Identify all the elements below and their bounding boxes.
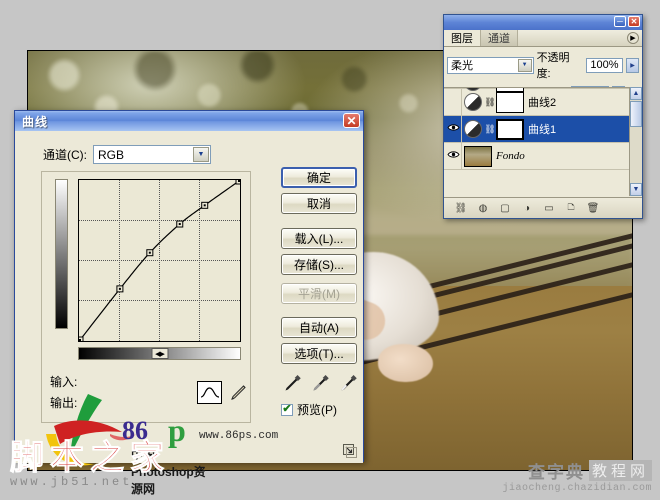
tone-curve[interactable] [79,180,240,341]
smooth-button: 平滑(M) [281,283,357,304]
layer-name: 曲线2 [528,97,557,109]
blend-mode-value: 柔光 [451,60,473,72]
channel-label: 通道(C): [43,148,87,162]
curve-control-point-center [118,287,121,290]
curve-control-point-center [203,204,206,207]
layer-name: 曲线1 [528,124,557,136]
preview-checkbox[interactable]: ✔ [281,403,293,416]
opacity-stepper-icon[interactable]: ▶ [626,57,639,73]
table-row[interactable]: ⛓ 色彩平衡 [444,87,642,92]
new-group-icon[interactable]: ▭ [542,201,556,215]
output-gradient-strip [55,179,68,329]
black-point-eyedropper-icon[interactable] [283,374,302,398]
load-button[interactable]: 载入(L)... [281,228,357,249]
opacity-input[interactable]: 100% [585,57,624,73]
close-icon[interactable]: ✕ [628,16,640,27]
blend-mode-select[interactable]: 柔光 ▼ [447,56,534,74]
layer-style-icon[interactable]: ◍ [476,201,490,215]
layers-palette-footer: ⛓ ◍ ▢ ◑ ▭ 🗅 🗑 [444,197,642,218]
table-row[interactable]: ⛓ 曲线2 [444,89,642,116]
screen: 曲线 ✕ 通道(C): RGB ▼ ◀▶ 输入: 输出: 确定 取消 载入(L)… [0,0,660,500]
adjustment-thumbnail-icon[interactable] [464,93,482,111]
curve-control-point-center [178,223,181,226]
opacity-label: 不透明度: [536,52,570,80]
preview-label: 预览(P) [297,403,337,417]
input-gradient-strip[interactable]: ◀▶ [78,347,241,360]
scrollbar-thumb[interactable] [630,101,642,127]
gray-point-eyedropper-icon[interactable] [311,374,330,398]
layers-list[interactable]: ⛓ 色彩平衡 ⛓ 曲线2 [444,87,642,196]
photo-model-hand [378,344,433,382]
layers-palette[interactable]: ─ ✕ 图层 通道 ▶ 柔光 ▼ 不透明度: 100% ▶ 锁定: ⊞ ✎ ✛ … [443,14,643,219]
curve-control-point-center [148,251,151,254]
resize-grip-icon[interactable] [343,444,357,458]
scroll-down-icon[interactable]: ▼ [630,183,642,196]
ok-button[interactable]: 确定 [281,167,357,188]
auto-button[interactable]: 自动(A) [281,317,357,338]
minimize-icon[interactable]: ─ [614,16,626,27]
link-layers-icon[interactable]: ⛓ [454,201,468,215]
curve-edit-tools [197,381,249,404]
layer-visibility-toggle[interactable] [445,116,462,142]
white-point-eyedropper-icon[interactable] [339,374,358,398]
save-button[interactable]: 存储(S)... [281,254,357,275]
cancel-button[interactable]: 取消 [281,193,357,214]
mask-link-icon[interactable]: ⛓ [484,124,496,135]
table-row[interactable]: Fondo [444,143,642,170]
curve-tool-icon[interactable] [197,381,222,404]
layer-mask-icon[interactable]: ▢ [498,201,512,215]
layer-name: 色彩平衡 [528,88,642,90]
layer-visibility-toggle[interactable] [445,89,462,115]
layer-name: Fondo [496,150,525,162]
close-icon[interactable]: ✕ [343,113,360,128]
watermark-chazidian-url: jiaocheng.chazidian.com [502,483,652,494]
channel-row: 通道(C): RGB ▼ [43,145,211,164]
layers-palette-tabs: 图层 通道 ▶ [444,30,642,47]
options-button[interactable]: 选项(T)... [281,343,357,364]
watermark-jb51-url: www.jb51.net [10,475,133,489]
eye-icon[interactable] [446,123,460,135]
new-layer-icon[interactable]: 🗅 [564,201,578,215]
input-label: 输入: [50,375,78,389]
table-row[interactable]: ⛓ 曲线1 [444,116,642,143]
curve-control-point-center [79,339,81,341]
curve-control-point-center [238,180,240,182]
layer-mask-thumbnail[interactable] [496,118,524,140]
layers-palette-window-buttons: ─ ✕ [614,16,640,27]
layers-palette-titlebar[interactable]: ─ ✕ [444,15,642,30]
mask-link-icon[interactable]: ⛓ [484,97,496,108]
curves-dialog-titlebar[interactable]: 曲线 ✕ [15,111,363,131]
curve-grid[interactable] [78,179,241,342]
curve-grid-size-toggle[interactable]: ◀▶ [151,348,168,359]
chevron-down-icon[interactable]: ▼ [517,58,532,72]
preview-row[interactable]: ✔ 预览(P) [281,401,337,418]
curves-dialog-title: 曲线 [22,114,49,129]
tab-channels[interactable]: 通道 [481,30,518,46]
curves-dialog-body: 通道(C): RGB ▼ ◀▶ 输入: 输出: 确定 取消 载入(L)... 存… [15,131,363,463]
layer-visibility-toggle[interactable] [445,143,462,169]
new-adjustment-layer-icon[interactable]: ◑ [520,201,534,215]
layer-thumbnail[interactable] [464,145,492,167]
pencil-tool-icon[interactable] [227,381,249,404]
scroll-up-icon[interactable]: ▲ [630,87,642,100]
chevron-down-icon[interactable]: ▼ [193,147,209,162]
delete-layer-icon[interactable]: 🗑 [586,201,600,215]
adjustment-thumbnail-icon[interactable] [464,120,482,138]
palette-menu-icon[interactable]: ▶ [627,32,639,44]
channel-value: RGB [98,147,125,162]
tab-layers[interactable]: 图层 [444,30,481,46]
output-label: 输出: [50,396,78,410]
eyedropper-group [283,374,358,398]
layers-scrollbar[interactable]: ▲ ▼ [629,87,642,196]
channel-select[interactable]: RGB ▼ [93,145,211,164]
eye-icon[interactable] [446,150,460,162]
layer-mask-thumbnail[interactable] [496,91,524,113]
blend-opacity-row: 柔光 ▼ 不透明度: 100% ▶ [444,47,642,83]
curves-dialog[interactable]: 曲线 ✕ 通道(C): RGB ▼ ◀▶ 输入: 输出: 确定 取消 载入(L)… [14,110,364,463]
layer-visibility-toggle[interactable] [445,87,462,88]
